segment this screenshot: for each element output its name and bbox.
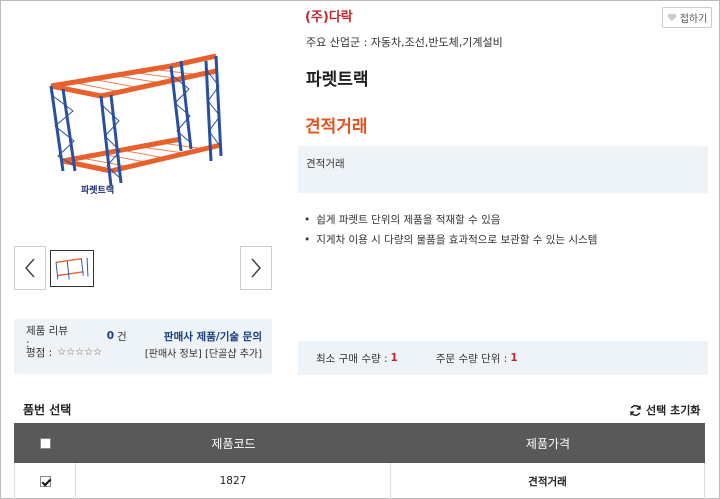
heart-icon — [667, 13, 677, 22]
add-favorite-shop-link[interactable]: [단골샵 추가] — [205, 349, 262, 360]
option-select-title: 품번 선택 — [23, 403, 72, 417]
reset-selection-label: 선택 초기화 — [646, 404, 701, 417]
product-image-caption: 파렛트랙 — [81, 184, 114, 196]
product-main-image: 파렛트랙 — [41, 31, 241, 221]
rating-row: 평점 : ☆☆☆☆☆ [판매사 정보] [단골샵 추가] — [26, 344, 262, 360]
option-table: 제품코드 제품가격 1827 견적거래 — [14, 423, 705, 499]
seller-info-link[interactable]: [판매사 정보] — [145, 349, 202, 360]
min-quantity-label: 최소 구매 수량 : — [316, 352, 388, 365]
table-header: 제품코드 제품가격 — [14, 423, 705, 463]
feature-list: 쉽게 파렛트 단위의 제품을 적재할 수 있음 지게차 이용 시 다량의 물품을… — [304, 212, 597, 252]
previous-image-button[interactable] — [14, 246, 46, 290]
column-header-code: 제품코드 — [211, 436, 256, 451]
product-detail-panel: 파렛트랙 제품 리뷰 : 0 건 판매사 제품/기술 문의 평점: ☆☆☆☆☆… — [0, 0, 720, 499]
order-unit-value: 1 — [510, 352, 518, 364]
reset-selection-button[interactable]: 선택 초기화 — [629, 402, 700, 418]
refresh-icon — [630, 404, 641, 416]
seller-inquiry-link[interactable]: 판매사 제품/기술 문의 — [164, 329, 262, 344]
feature-item: 지게차 이용 시 다량의 물품을 효과적으로 보관할 수 있는 시스템 — [304, 232, 597, 252]
feature-item: 쉽게 파렛트 단위의 제품을 적재할 수 있음 — [304, 212, 597, 232]
column-header-price: 제품가격 — [525, 436, 571, 451]
industry-label: 주요 산업군 : — [306, 36, 368, 49]
row-product-code: 1827 — [76, 463, 391, 499]
industry-value: 자동차,조선,반도체,기계설비 — [370, 36, 503, 49]
rating-label: 평점 : — [26, 346, 53, 359]
select-all-checkbox[interactable] — [39, 437, 51, 449]
review-summary: 제품 리뷰 : 0 건 판매사 제품/기술 문의 평점 : ☆☆☆☆☆ [판매사… — [14, 319, 272, 374]
next-image-button[interactable] — [240, 246, 272, 290]
row-product-price: 견적거래 — [391, 463, 705, 499]
fold-button-label: 접하기 — [679, 14, 708, 25]
review-count: 0 — [106, 330, 114, 342]
product-description: 견적거래 — [298, 146, 708, 193]
rating-stars: ☆☆☆☆☆ — [57, 346, 103, 358]
product-thumbnail[interactable] — [50, 250, 94, 287]
chevron-left-icon — [24, 258, 35, 278]
chevron-right-icon — [251, 258, 262, 278]
industry-info: 주요 산업군 : 자동차,조선,반도체,기계설비 — [306, 34, 503, 50]
review-unit: 건 — [117, 330, 127, 343]
table-row[interactable]: 1827 견적거래 — [14, 463, 705, 499]
quantity-info: 최소 구매 수량 : 1 주문 수량 단위 : 1 — [298, 341, 708, 375]
product-title: 파렛트랙 — [306, 70, 369, 90]
min-quantity-value: 1 — [390, 352, 398, 364]
row-checkbox[interactable] — [39, 475, 51, 487]
fold-button[interactable]: 접하기 — [662, 7, 712, 28]
product-price: 견적거래 — [305, 117, 368, 137]
order-unit-label: 주문 수량 단위 : — [435, 352, 508, 365]
review-row: 제품 리뷰 : 0 건 판매사 제품/기술 문의 — [26, 325, 262, 350]
company-name[interactable]: (주)다락 — [305, 6, 353, 25]
